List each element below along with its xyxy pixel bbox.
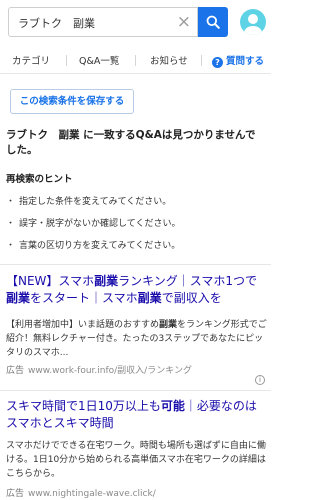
clear-icon[interactable]: × xyxy=(177,11,191,33)
ad-title-link[interactable]: 【NEW】スマホ副業ランキング｜スマホ1つで副業をスタート｜スマホ副業で副収入を xyxy=(6,273,266,307)
nav-qa-list[interactable]: Q&A一覧 xyxy=(79,53,119,67)
list-item: 誤字・脱字がないか確認してください。 xyxy=(6,213,180,235)
ad-url: www.work-four.info/副収入/ランキング xyxy=(28,366,192,376)
ad-meta: 広告 www.nightingale-wave.click/ xyxy=(6,486,156,499)
hint-title: 再検索のヒント xyxy=(6,174,73,185)
ad-label: 広告 xyxy=(6,489,25,499)
user-icon xyxy=(244,14,262,35)
search-input[interactable]: ラブトク 副業 × xyxy=(8,7,198,37)
help-icon: ? xyxy=(212,57,223,68)
nav-ask-label: 質問する xyxy=(226,56,265,67)
search-button[interactable] xyxy=(198,7,228,37)
hint-list: 指定した条件を変えてみてください。 誤字・脱字がないか確認してください。 言葉の… xyxy=(6,191,180,257)
ad-item: スキマ時間で1日10万以上も可能｜必要なのはスマホとスキマ時間 スマホだけででき… xyxy=(0,398,271,499)
ad-label: 広告 xyxy=(6,366,25,376)
header: ラブトク 副業 × xyxy=(0,0,271,44)
nav-divider xyxy=(135,55,136,66)
ad-item: 【NEW】スマホ副業ランキング｜スマホ1つで副業をスタート｜スマホ副業で副収入を… xyxy=(0,273,271,385)
search-query: ラブトク 副業 xyxy=(18,17,95,30)
nav-ask-button[interactable]: ? 質問する xyxy=(212,53,264,68)
nav-divider xyxy=(66,55,67,66)
ad-url: www.nightingale-wave.click/ xyxy=(28,489,156,499)
ad-title-link[interactable]: スキマ時間で1日10万以上も可能｜必要なのはスマホとスキマ時間 xyxy=(6,398,266,432)
info-icon[interactable]: i xyxy=(255,375,265,385)
nav-notice[interactable]: お知らせ xyxy=(150,53,188,67)
divider xyxy=(0,390,271,391)
nav-divider xyxy=(201,55,202,66)
nav-category[interactable]: カテゴリ xyxy=(12,53,50,67)
no-result-message: ラブトク 副業 に一致するQ&Aは見つかりませんでした。 xyxy=(6,129,256,156)
list-item: 言葉の区切り方を変えてみてください。 xyxy=(6,235,180,257)
search-icon xyxy=(206,15,220,29)
divider xyxy=(0,264,271,265)
nav-bar: カテゴリ Q&A一覧 お知らせ ? 質問する xyxy=(0,46,271,74)
save-condition-button[interactable]: この検索条件を保存する xyxy=(10,89,134,114)
list-item: 指定した条件を変えてみてください。 xyxy=(6,191,180,213)
avatar[interactable] xyxy=(240,9,266,35)
ad-description: 【利用者増加中】いま話題のおすすめ副業をランキング形式でご紹介！無料レクチャー付… xyxy=(6,320,267,358)
ad-description: スマホだけでできる在宅ワーク。時間も場所も選ばずに自由に働ける。1日10分から始… xyxy=(6,441,266,479)
ad-meta: 広告 www.work-four.info/副収入/ランキング xyxy=(6,363,192,376)
